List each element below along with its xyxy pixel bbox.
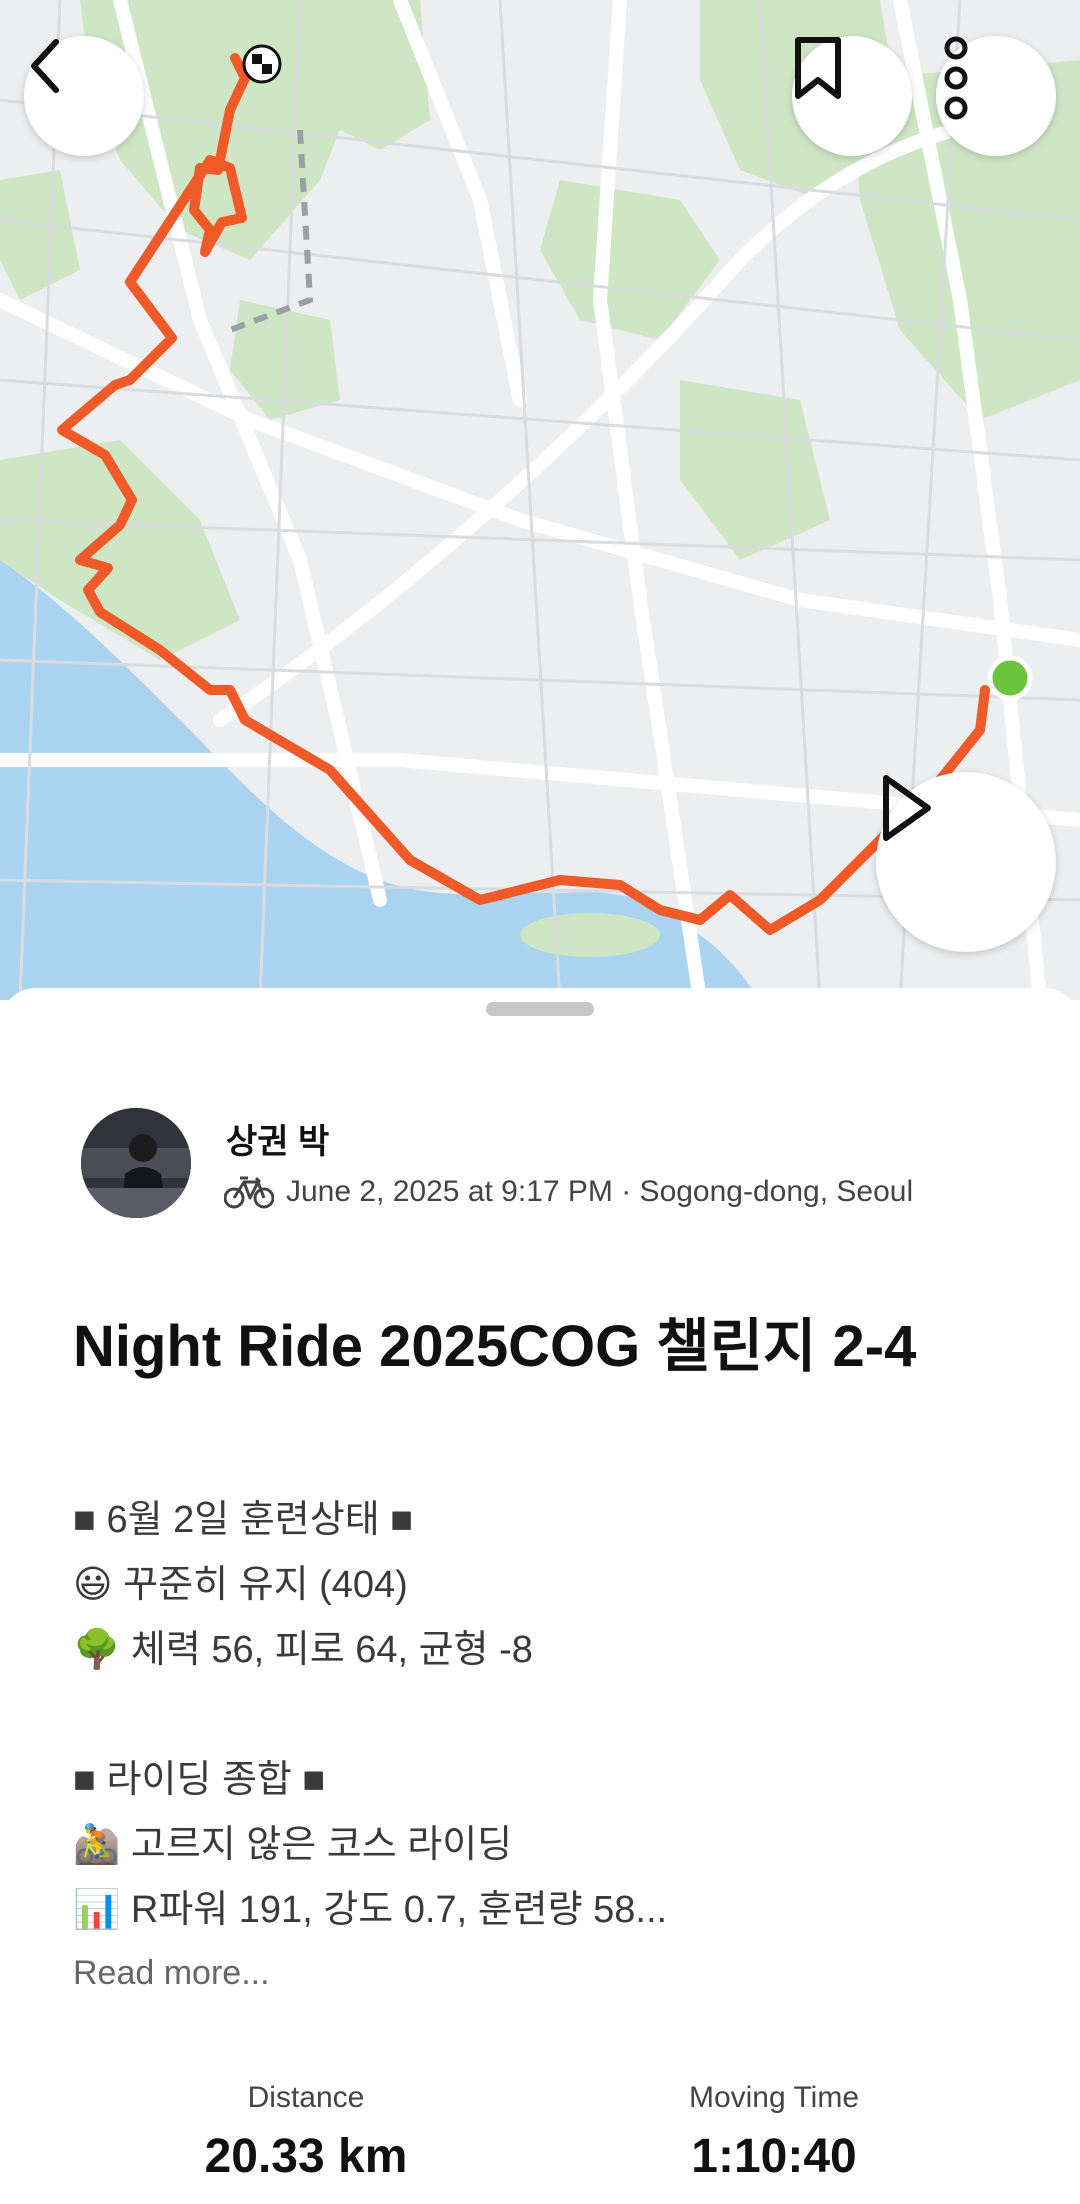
start-marker [987, 655, 1033, 701]
bike-icon [224, 1176, 274, 1209]
island [520, 913, 660, 957]
stat-distance: Distance 20.33 km [106, 2078, 506, 2190]
stat-moving-time: Moving Time 1:10:40 [574, 2078, 974, 2190]
activity-sheet: 상권 박 June 2, 2025 at 9:17 PM · Sogong-do… [0, 988, 1080, 2204]
distance-value: 20.33 km [204, 2130, 408, 2183]
activity-date-location: June 2, 2025 at 9:17 PM · Sogong-dong, S… [286, 1175, 914, 1208]
moving-time-label: Moving Time [688, 2081, 860, 2114]
activity-title: Night Ride 2025COG 챌린지 2-4 [73, 1314, 917, 1379]
athlete-name[interactable]: 상권 박 [226, 1114, 329, 1163]
bookmark-icon [795, 37, 841, 99]
more-options-button[interactable] [936, 36, 1056, 156]
finish-marker [242, 44, 282, 84]
back-button[interactable] [24, 36, 144, 156]
bookmark-button[interactable] [792, 36, 912, 156]
distance-label: Distance [247, 2081, 365, 2114]
route-map[interactable] [0, 0, 1080, 1000]
more-vertical-icon [944, 36, 968, 120]
avatar[interactable] [81, 1108, 191, 1218]
moving-time-value: 1:10:40 [691, 2130, 857, 2183]
read-more-link[interactable]: Read more... [73, 1954, 270, 1993]
activity-description: ■ 6월 2일 훈련상태 ■ 😃 꾸준히 유지 (404) 🌳 체력 56, 피… [73, 1499, 668, 1931]
activity-meta: June 2, 2025 at 9:17 PM · Sogong-dong, S… [224, 1172, 913, 1212]
sheet-drag-handle[interactable] [486, 1002, 594, 1016]
play-icon [883, 775, 931, 841]
chevron-left-icon [31, 39, 59, 93]
avatar-photo [81, 1108, 191, 1218]
play-flyover-button[interactable] [876, 772, 1056, 952]
